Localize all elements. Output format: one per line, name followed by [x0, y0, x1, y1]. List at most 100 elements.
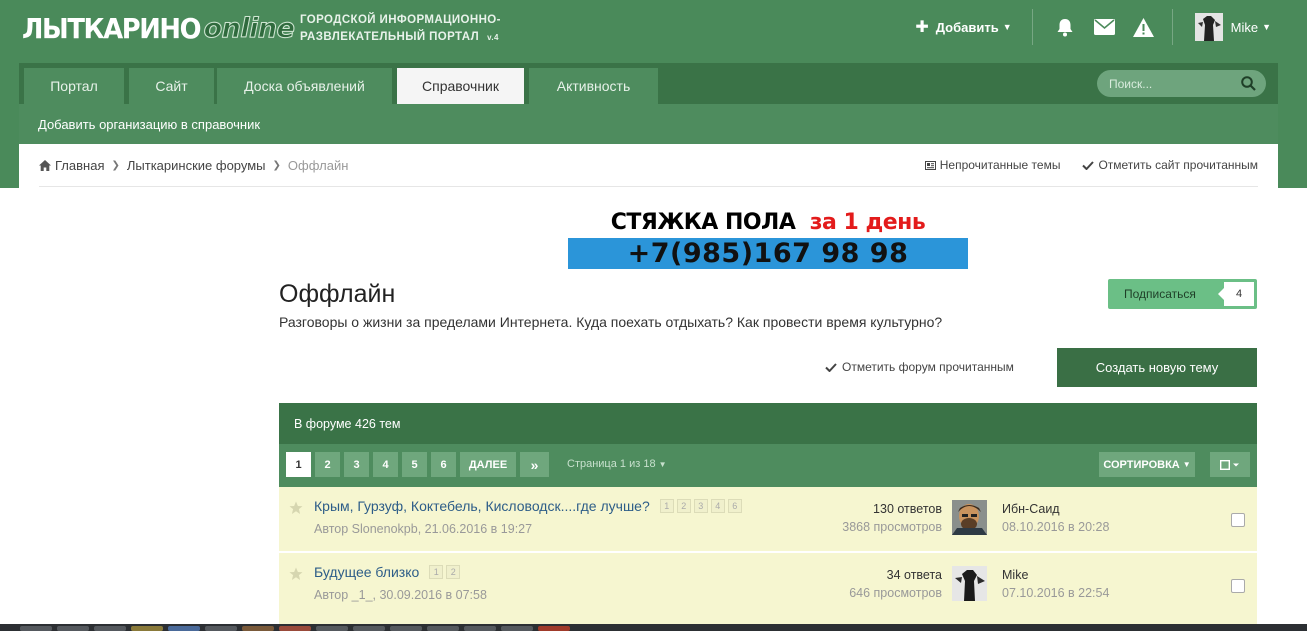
- topic-replies: 130 ответов: [873, 502, 942, 516]
- main-content: Главная ❯ Лыткаринские форумы ❯ Оффлайн …: [19, 144, 1278, 631]
- last-poster[interactable]: Mike: [1002, 568, 1028, 582]
- topic-checkbox[interactable]: [1231, 513, 1245, 527]
- add-content-button[interactable]: ✚ Добавить ▼: [915, 17, 1031, 37]
- pagination-bar: 1 2 3 4 5 6 ДАЛЕЕ » Страница 1 из 18 ▼ СО…: [279, 444, 1257, 487]
- mini-page-link[interactable]: 2: [676, 499, 691, 513]
- page-5-button[interactable]: 5: [402, 452, 427, 477]
- banner-headline: СТЯЖКА ПОЛА за 1 день: [568, 206, 968, 238]
- site-tagline: ГОРОДСКОЙ ИНФОРМАЦИОННО- РАЗВЛЕКАТЕЛЬНЫЙ…: [300, 12, 501, 46]
- mini-page-link[interactable]: 3: [693, 499, 708, 513]
- page-1-button[interactable]: 1: [286, 452, 311, 477]
- unread-topics-link[interactable]: Непрочитанные темы: [924, 158, 1060, 172]
- sort-button[interactable]: СОРТИРОВКА ▼: [1099, 452, 1195, 477]
- page-info-label: Страница 1 из 18: [567, 458, 656, 470]
- user-menu[interactable]: Mike ▼: [1173, 13, 1307, 41]
- mini-page-link[interactable]: 2: [446, 565, 461, 579]
- top-actions: ✚ Добавить ▼ Mike ▼: [915, 0, 1307, 54]
- topic-title-link[interactable]: Будущее близко: [314, 564, 419, 580]
- mini-page-link[interactable]: 1: [429, 565, 444, 579]
- mark-forum-read-link[interactable]: Отметить форум прочитанным: [825, 360, 1014, 374]
- banner-phone: +7(985)167 98 98: [568, 238, 968, 269]
- taskbar-item[interactable]: [168, 626, 200, 631]
- tab-directory[interactable]: Справочник: [397, 68, 524, 104]
- avatar: [1194, 13, 1223, 41]
- next-page-button[interactable]: ДАЛЕЕ: [460, 452, 516, 477]
- search-input[interactable]: [1097, 70, 1237, 97]
- taskbar-item[interactable]: [205, 626, 237, 631]
- avatar[interactable]: [952, 566, 987, 601]
- check-icon: [825, 362, 837, 372]
- topic-views: 646 просмотров: [849, 586, 942, 600]
- follow-label: Подписаться: [1124, 287, 1196, 301]
- taskbar-item[interactable]: [242, 626, 274, 631]
- tab-portal[interactable]: Портал: [24, 68, 124, 104]
- tab-classifieds[interactable]: Доска объявлений: [217, 68, 392, 104]
- breadcrumb-actions: Непрочитанные темы Отметить сайт прочита…: [903, 158, 1258, 172]
- taskbar-item[interactable]: [279, 626, 311, 631]
- taskbar-item[interactable]: [94, 626, 126, 631]
- taskbar-item[interactable]: [316, 626, 348, 631]
- home-icon: [39, 160, 51, 171]
- topic-title-link[interactable]: Крым, Гурзуф, Коктебель, Кисловодск....г…: [314, 498, 650, 514]
- taskbar-item[interactable]: [538, 626, 570, 631]
- breadcrumb-forums[interactable]: Лыткаринские форумы: [127, 158, 266, 173]
- add-organization-link[interactable]: Добавить организацию в справочник: [38, 117, 260, 132]
- taskbar-item[interactable]: [57, 626, 89, 631]
- follow-button[interactable]: Подписаться 4: [1108, 279, 1257, 309]
- last-post-date[interactable]: 07.10.2016 в 22:54: [1002, 586, 1109, 600]
- page-3-button[interactable]: 3: [344, 452, 369, 477]
- taskbar-item[interactable]: [390, 626, 422, 631]
- warning-icon[interactable]: [1132, 17, 1154, 38]
- taskbar-item[interactable]: [20, 626, 52, 631]
- table-row[interactable]: Крым, Гурзуф, Коктебель, Кисловодск....г…: [279, 487, 1257, 551]
- follow-count: 4: [1218, 282, 1254, 306]
- topic-author: Автор _1_, 30.09.2016 в 07:58: [314, 588, 487, 602]
- select-all-button[interactable]: [1210, 452, 1250, 477]
- taskbar-item[interactable]: [427, 626, 459, 631]
- newspaper-icon: [924, 160, 936, 170]
- topic-title-row: Крым, Гурзуф, Коктебель, Кисловодск....г…: [314, 498, 745, 514]
- tab-site[interactable]: Сайт: [129, 68, 214, 104]
- page-4-button[interactable]: 4: [373, 452, 398, 477]
- breadcrumb-current: Оффлайн: [287, 158, 349, 173]
- version-label: v.4: [487, 33, 499, 42]
- page-title: Оффлайн: [279, 280, 396, 308]
- check-icon: [1082, 160, 1095, 170]
- table-row[interactable]: Будущее близко 1 2 Автор _1_, 30.09.2016…: [279, 553, 1257, 631]
- site-logo[interactable]: ЛЫТКАРИНО online: [22, 10, 295, 46]
- sub-navigation: Добавить организацию в справочник: [19, 104, 1278, 144]
- chevron-down-icon: ▼: [1262, 22, 1271, 32]
- divider: [39, 186, 1258, 187]
- topic-list-header: В форуме 426 тем: [279, 403, 1257, 444]
- tab-activity[interactable]: Активность: [529, 68, 658, 104]
- taskbar-item[interactable]: [501, 626, 533, 631]
- last-poster[interactable]: Ибн-Саид: [1002, 502, 1060, 516]
- taskbar-item[interactable]: [353, 626, 385, 631]
- advertisement-banner[interactable]: СТЯЖКА ПОЛА за 1 день +7(985)167 98 98: [568, 206, 968, 270]
- page-2-button[interactable]: 2: [315, 452, 340, 477]
- checkbox-icon: [1220, 459, 1239, 470]
- topic-checkbox[interactable]: [1231, 579, 1245, 593]
- last-post-date[interactable]: 08.10.2016 в 20:28: [1002, 520, 1109, 534]
- search-icon[interactable]: [1241, 76, 1256, 91]
- mark-site-read-label: Отметить сайт прочитанным: [1098, 158, 1258, 172]
- page-6-button[interactable]: 6: [431, 452, 456, 477]
- mark-forum-read-label: Отметить форум прочитанным: [842, 360, 1014, 374]
- bell-icon[interactable]: [1055, 17, 1076, 38]
- mini-page-link[interactable]: 4: [710, 499, 725, 513]
- taskbar-item[interactable]: [464, 626, 496, 631]
- breadcrumb-home[interactable]: Главная: [55, 158, 104, 173]
- avatar[interactable]: [952, 500, 987, 535]
- taskbar-item[interactable]: [131, 626, 163, 631]
- envelope-icon[interactable]: [1093, 17, 1115, 38]
- last-page-button[interactable]: »: [520, 452, 549, 477]
- star-icon: [289, 567, 303, 580]
- plus-icon: ✚: [915, 19, 929, 36]
- create-topic-button[interactable]: Создать новую тему: [1057, 348, 1257, 387]
- mark-site-read-link[interactable]: Отметить сайт прочитанным: [1082, 158, 1258, 172]
- mini-page-link[interactable]: 1: [659, 499, 674, 513]
- mini-page-link[interactable]: 6: [727, 499, 742, 513]
- page-info-dropdown[interactable]: Страница 1 из 18 ▼: [567, 458, 667, 470]
- topic-mini-pagination: 1 2: [429, 565, 463, 579]
- tagline-line2: РАЗВЛЕКАТЕЛЬНЫЙ ПОРТАЛ: [300, 31, 480, 43]
